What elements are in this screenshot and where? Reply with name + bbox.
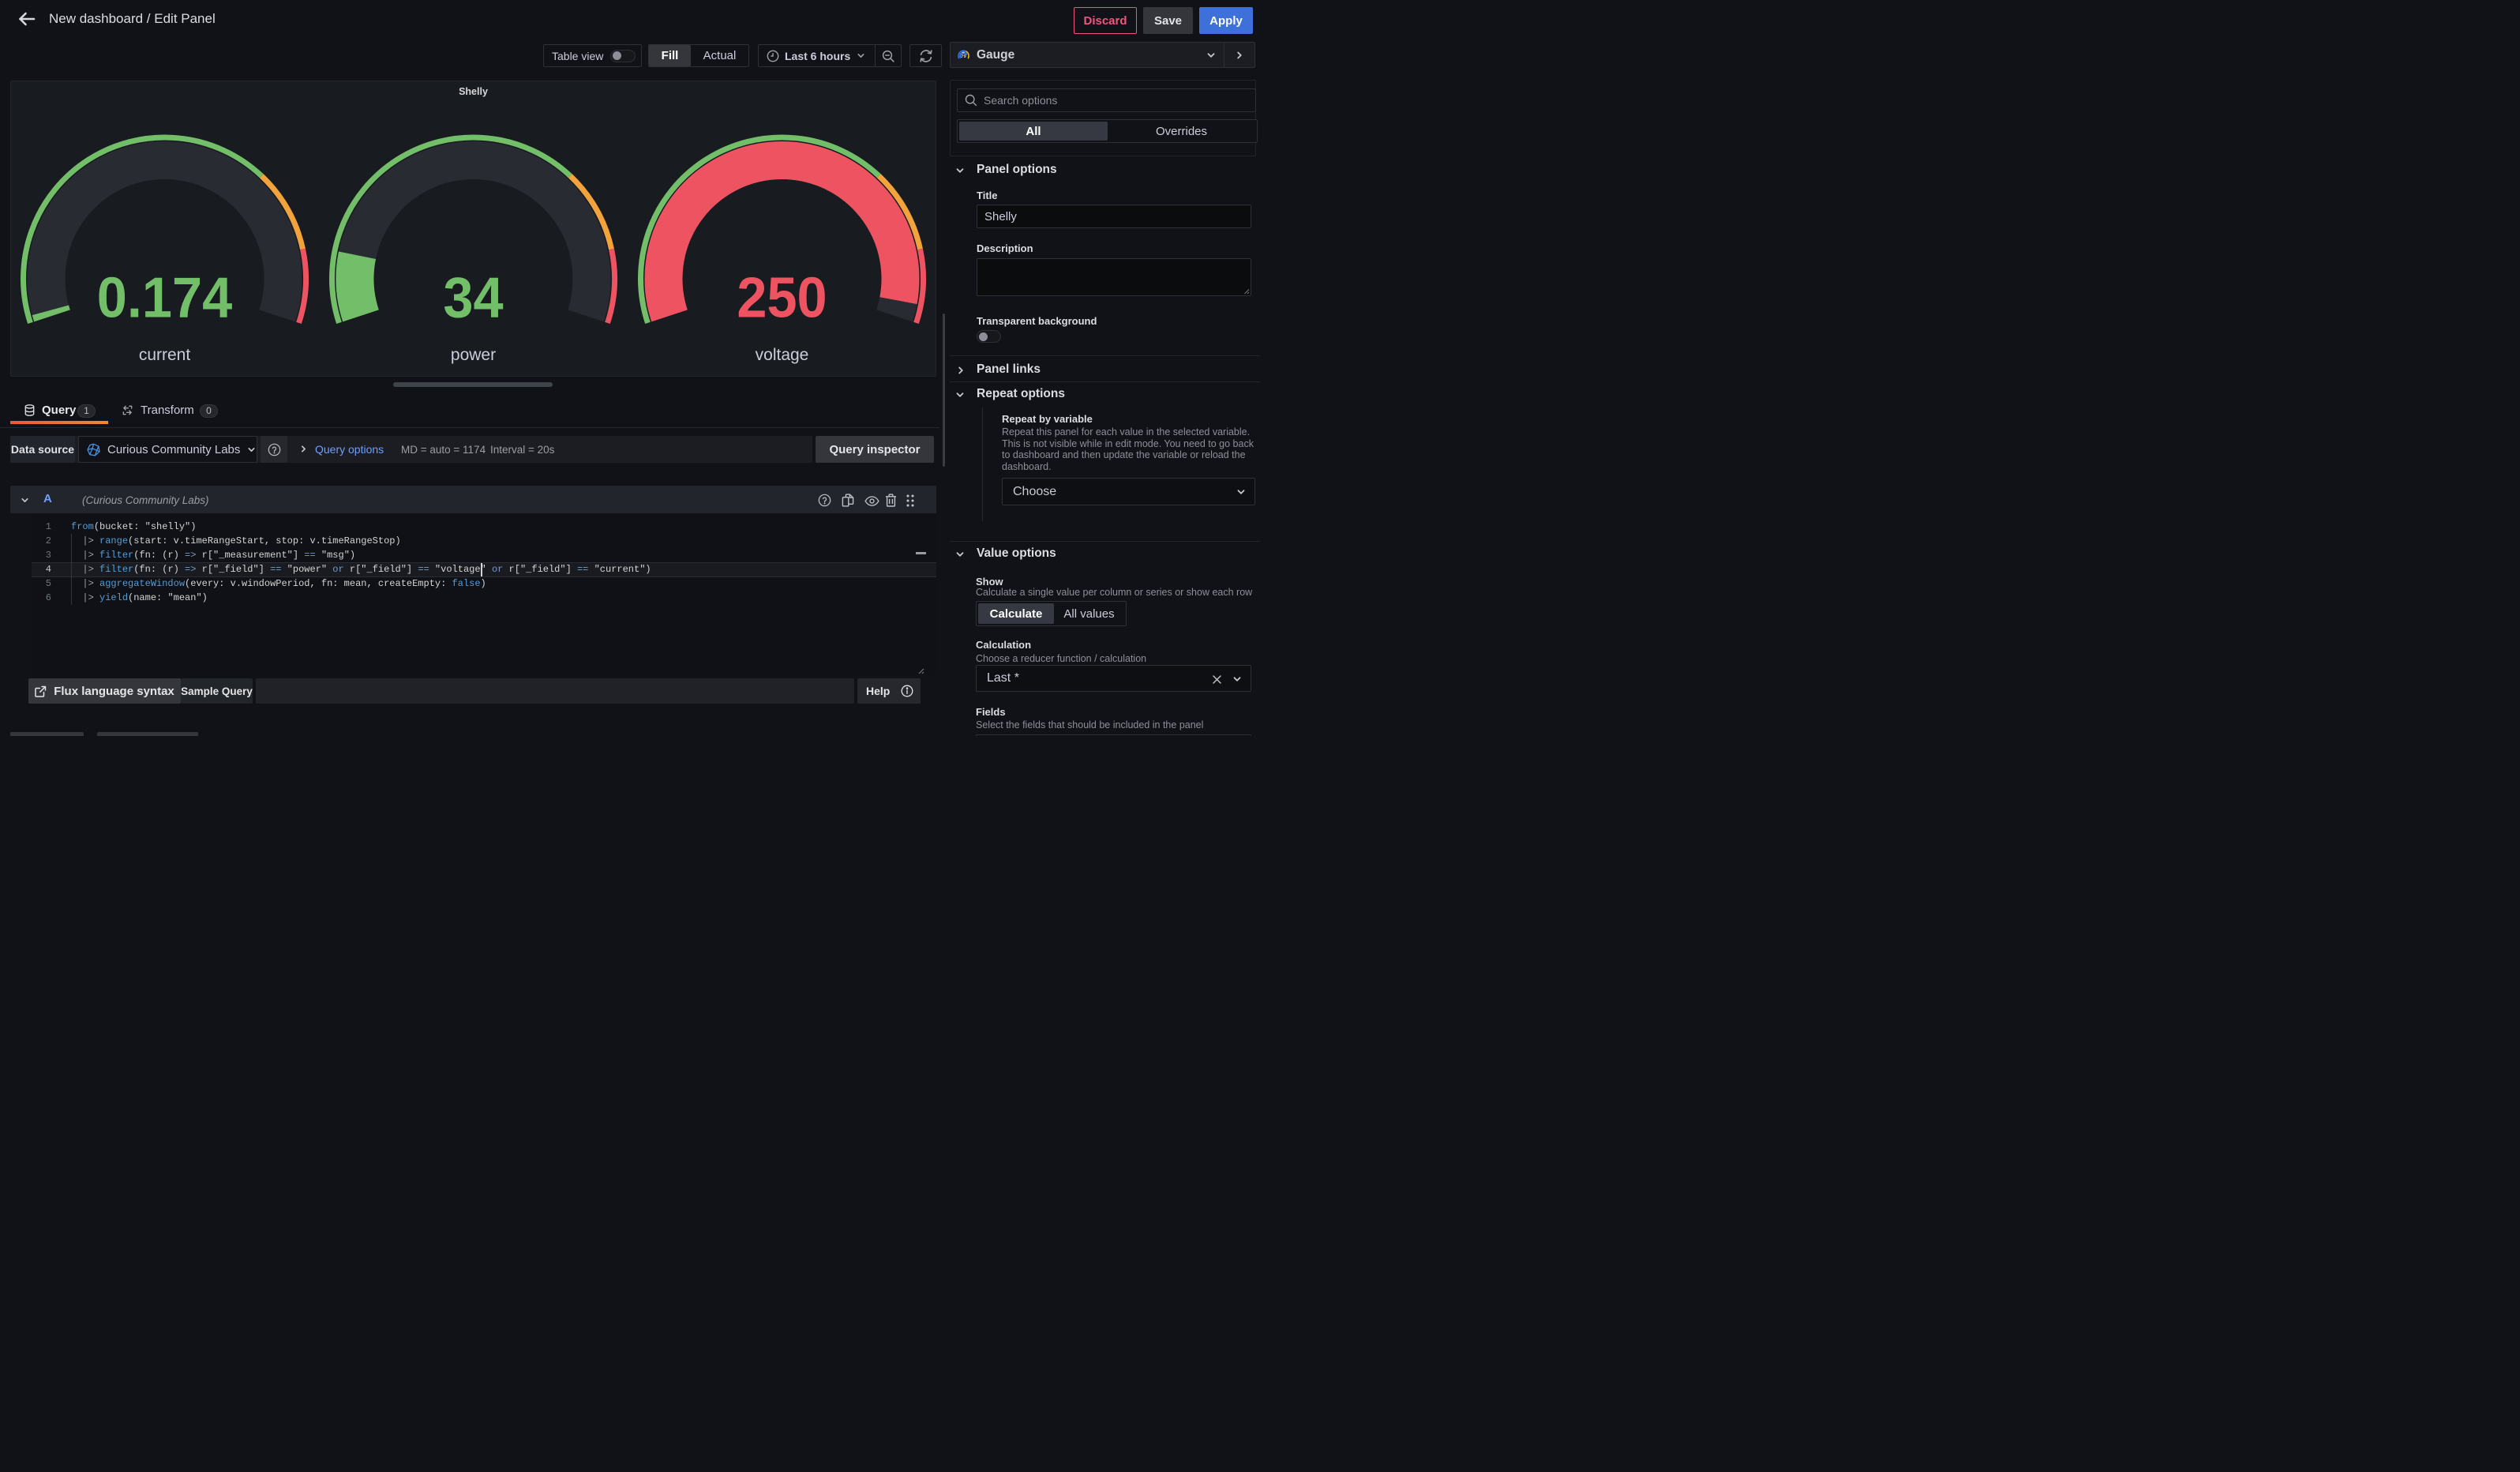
svg-text:79: 79: [961, 54, 966, 59]
